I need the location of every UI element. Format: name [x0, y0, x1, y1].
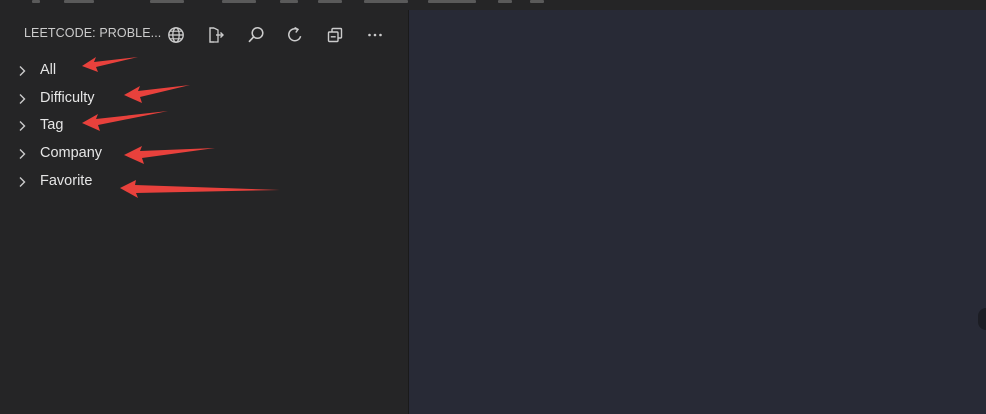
problem-tree: All Difficulty Tag Company Favorite — [0, 58, 408, 196]
more-icon — [368, 33, 382, 37]
title-bar-glyph — [280, 0, 298, 3]
chevron-right-icon — [19, 149, 26, 160]
title-bar-glyph — [64, 0, 94, 3]
collapse-all-button[interactable] — [324, 24, 346, 46]
title-bar-glyph — [318, 0, 342, 3]
more-actions-button[interactable] — [364, 24, 386, 46]
title-bar-glyph — [222, 0, 256, 3]
tree-item-label: Company — [40, 145, 103, 162]
tree-item-difficulty[interactable]: Difficulty — [0, 86, 408, 114]
title-bar-strip — [0, 0, 986, 10]
chevron-right-icon — [19, 66, 26, 76]
tree-item-label: Favorite — [40, 172, 93, 189]
explorer-sidebar: LEETCODE: PROBLE... All Difficulty Tag C… — [0, 10, 408, 414]
tree-item-label: Difficulty — [40, 89, 95, 106]
title-bar-glyph — [150, 0, 184, 3]
collapse-all-icon — [327, 27, 343, 43]
open-leetcode-site-button[interactable] — [165, 24, 187, 46]
chevron-right-icon — [19, 176, 26, 187]
globe-icon — [168, 27, 184, 43]
title-bar-glyph — [530, 0, 544, 3]
refresh-icon — [288, 26, 302, 42]
chevron-right-icon — [19, 93, 26, 104]
title-bar-glyph — [428, 0, 476, 3]
chevron-right-icon — [19, 121, 26, 132]
refresh-button[interactable] — [284, 24, 306, 46]
tree-item-all[interactable]: All — [0, 58, 408, 86]
search-problem-button[interactable] — [245, 24, 267, 46]
sidebar-title: LEETCODE: PROBLE... — [24, 26, 162, 40]
title-bar-glyph — [364, 0, 408, 3]
search-icon — [248, 26, 264, 43]
sidebar-header: LEETCODE: PROBLE... — [0, 24, 408, 46]
tree-item-tag[interactable]: Tag — [0, 113, 408, 141]
tree-item-favorite[interactable]: Favorite — [0, 169, 408, 197]
tree-item-label: All — [40, 62, 57, 78]
tree-item-label: Tag — [40, 117, 64, 134]
title-bar-glyph — [32, 0, 40, 3]
editor-area — [409, 10, 986, 414]
title-bar-glyph — [498, 0, 512, 3]
tree-item-company[interactable]: Company — [0, 141, 408, 169]
scrollbar-handle[interactable] — [978, 308, 986, 330]
sign-out-button[interactable] — [205, 24, 227, 46]
sign-out-icon — [209, 27, 224, 43]
